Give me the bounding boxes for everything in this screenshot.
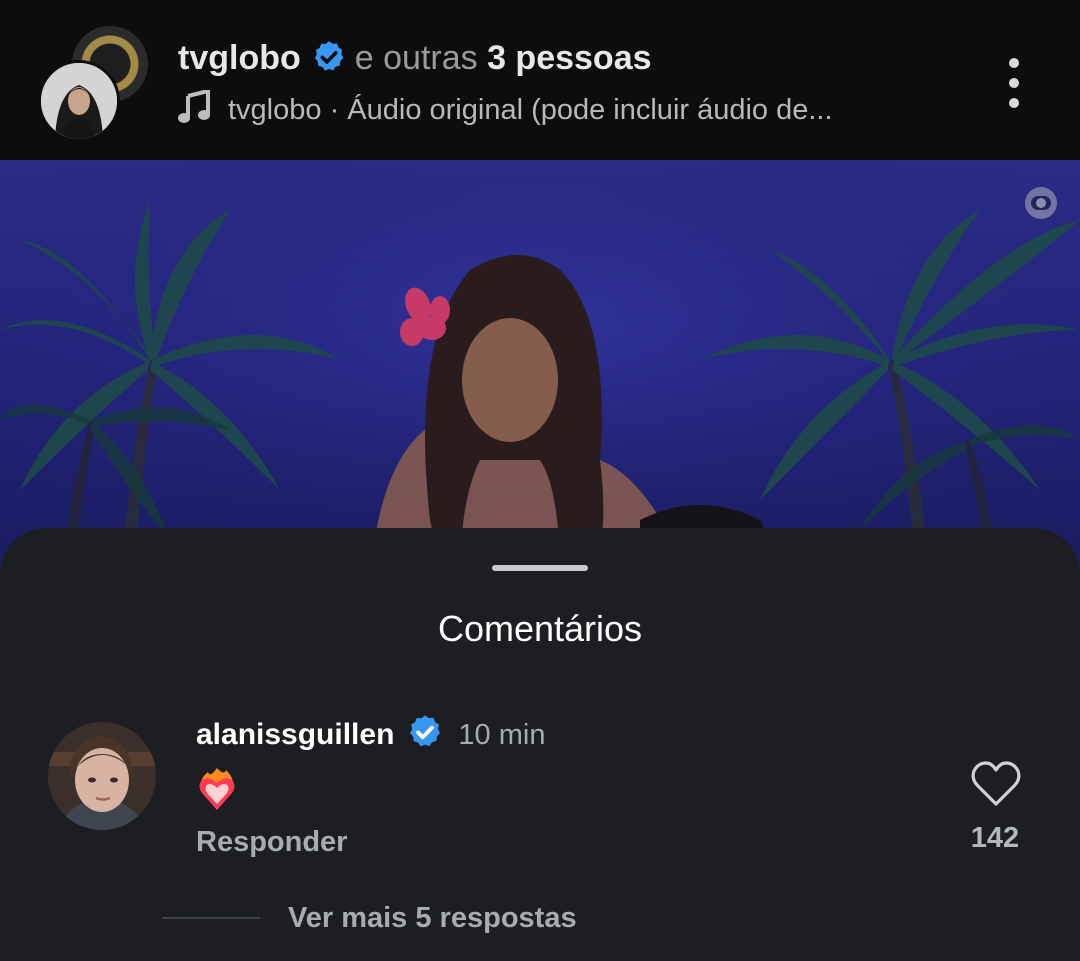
reel-header: tvglobo e outras 3 pessoas tvglobo · Áudi… [0,0,1080,160]
replies-divider [162,917,260,919]
audio-text: tvglobo · Áudio original (pode incluir á… [228,94,833,126]
audio-info[interactable]: tvglobo · Áudio original (pode incluir á… [178,88,833,135]
like-count: 142 [970,822,1020,854]
collaborator-avatar[interactable] [38,60,120,142]
comment-time: 10 min [458,719,546,751]
commenter-avatar[interactable] [48,722,156,830]
header-username[interactable]: tvglobo [178,39,301,77]
header-title: tvglobo e outras 3 pessoas [178,36,652,86]
header-others-count[interactable]: 3 pessoas [487,39,651,77]
more-options-icon[interactable] [994,54,1034,114]
like-heart-icon[interactable] [970,760,1022,808]
sheet-title: Comentários [437,608,643,649]
reel-video[interactable] [0,160,1080,580]
comments-sheet: Comentários alanissguillen 10 min Respond… [0,528,1080,961]
verified-badge-icon [311,39,347,86]
view-more-replies-button[interactable]: Ver mais 5 respostas [288,900,577,936]
header-connector: e outras [354,39,478,77]
reply-button[interactable]: Responder [196,824,347,860]
comment-username[interactable]: alanissguillen [196,718,394,751]
music-note-icon [178,88,210,135]
verified-badge-icon [406,713,444,762]
comment-header: alanissguillen 10 min [196,713,545,762]
sheet-drag-handle[interactable] [492,565,588,571]
heart-on-fire-emoji-icon [196,766,238,812]
globo-watermark-icon [1024,186,1058,220]
